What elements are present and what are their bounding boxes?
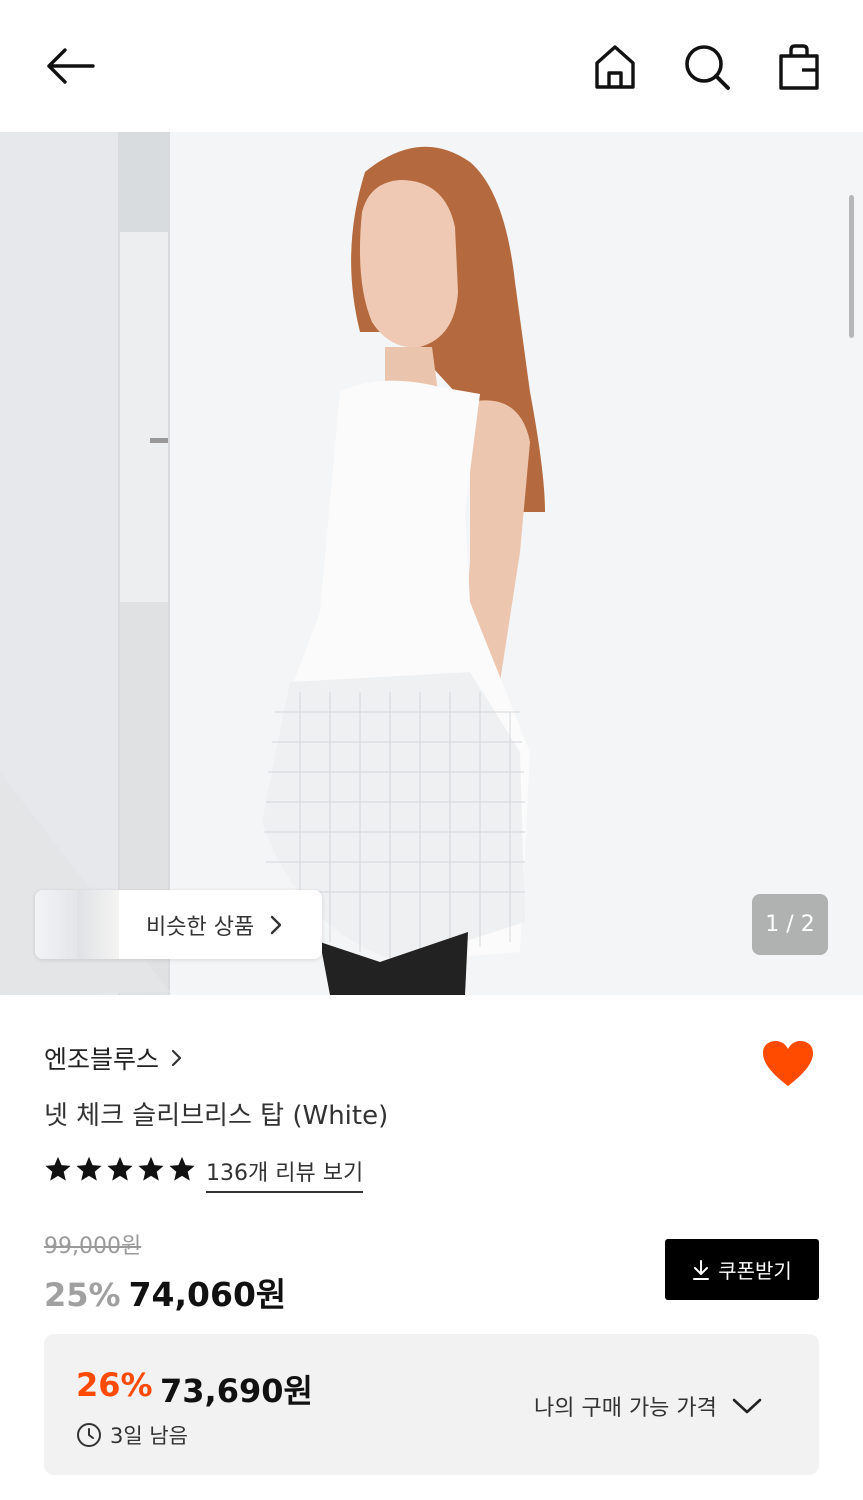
brand-link[interactable]: 엔조블루스 [44,1040,185,1076]
similar-thumb-2 [77,890,119,959]
home-button[interactable] [588,40,642,94]
star-icon [169,1156,195,1181]
rating-stars [44,1155,196,1183]
like-button[interactable] [758,1034,818,1094]
product-title: 넷 체크 슬리브리스 탑 (White) [44,1101,389,1131]
cart-button[interactable] [772,40,826,94]
chevron-right-icon [271,915,282,934]
image-pager: 1 / 2 [752,894,828,955]
original-price: 99,000원 [44,1234,142,1259]
clock-icon [77,1423,101,1447]
review-link[interactable]: 136개 리뷰 보기 [206,1155,364,1193]
similar-thumb-1 [35,890,77,959]
search-button[interactable] [680,40,734,94]
star-icon [76,1156,102,1181]
chevron-down-icon [732,1398,762,1414]
product-photo [0,132,863,995]
download-icon [693,1259,710,1280]
remaining-time: 3일 남음 [76,1420,188,1450]
coupon-label: 쿠폰받기 [718,1259,792,1283]
my-price: 73,690원 [160,1372,313,1410]
sale-price: 74,060원 [128,1275,287,1314]
my-price-toggle[interactable]: 나의 구매 가능 가격 [534,1390,763,1422]
chevron-right-icon [171,1049,182,1067]
product-image[interactable] [0,132,863,995]
back-button[interactable] [40,40,100,92]
star-icon [45,1156,71,1181]
similar-products-label: 비슷한 상품 [146,914,255,940]
star-icon [107,1156,133,1181]
top-app-bar [0,0,863,132]
shopping-bag-icon [779,44,819,90]
brand-name: 엔조블루스 [44,1045,160,1074]
heart-icon [763,1041,813,1086]
search-icon [685,45,730,90]
arrow-left-icon [47,48,95,84]
sale-price-row: 25% 74,060원 [44,1268,286,1316]
my-price-label: 나의 구매 가능 가격 [534,1396,717,1421]
remaining-label: 3일 남음 [110,1424,188,1448]
image-scrollbar[interactable] [849,195,854,338]
home-icon [595,45,635,89]
star-icon [138,1156,164,1181]
my-discount-rate: 26% [76,1366,153,1404]
discount-rate: 25% [44,1276,121,1314]
similar-products-button[interactable]: 비슷한 상품 [35,890,322,959]
coupon-button[interactable]: 쿠폰받기 [665,1239,819,1300]
